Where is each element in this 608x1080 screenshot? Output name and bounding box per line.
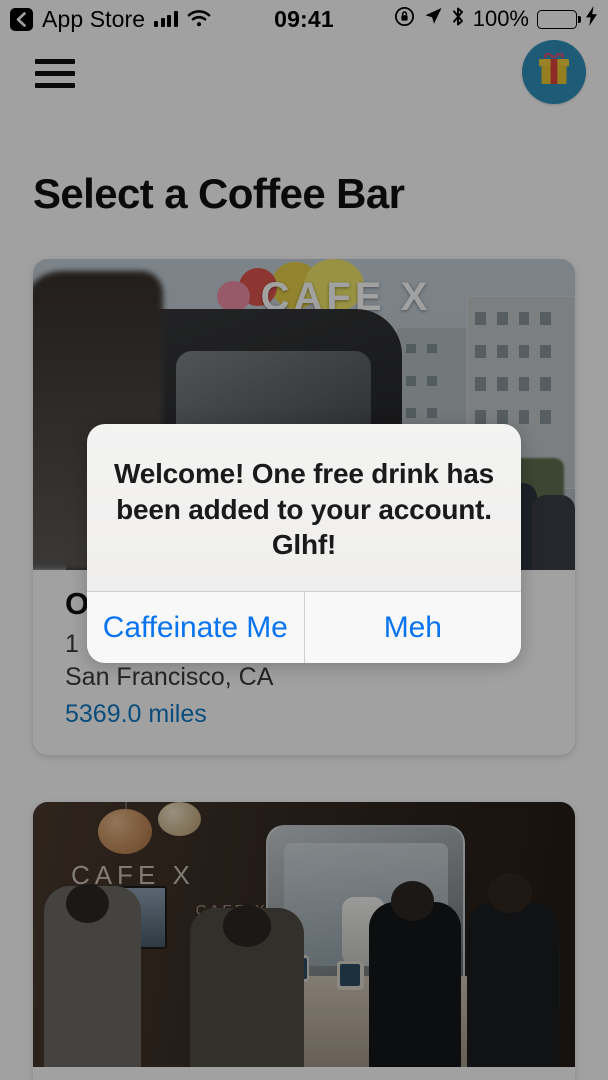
meh-button[interactable]: Meh [305,592,522,663]
caffeinate-me-button[interactable]: Caffeinate Me [87,592,304,663]
welcome-alert-dialog: Welcome! One free drink has been added t… [87,424,521,663]
alert-message-container: Welcome! One free drink has been added t… [87,424,521,591]
alert-button-row: Caffeinate Me Meh [87,591,521,663]
alert-message: Welcome! One free drink has been added t… [114,457,494,561]
